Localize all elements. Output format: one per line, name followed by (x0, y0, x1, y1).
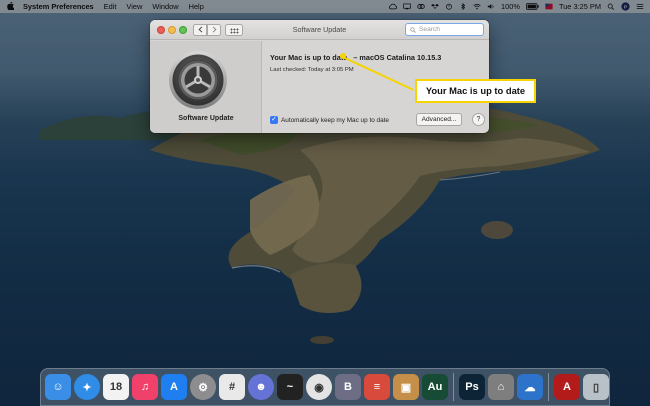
discord-icon[interactable]: ☻ (248, 374, 274, 400)
calendar-icon[interactable]: 18 (103, 374, 129, 400)
creative-cloud-icon[interactable] (417, 3, 425, 10)
onedrive-icon[interactable]: ☁ (517, 374, 543, 400)
dock: ☺ ✦ 18 ♫ A ⚙ # ☻ ~ ◉ B ≡ ▣ Au Ps ⌂ ☁ A ▯ (40, 368, 610, 406)
photoshop-icon[interactable]: Ps (459, 374, 485, 400)
search-field[interactable]: Search (405, 23, 484, 36)
menu-bar: System Preferences Edit View Window Help… (0, 0, 650, 13)
trash-icon[interactable]: ▯ (583, 374, 609, 400)
menu-view[interactable]: View (126, 2, 142, 11)
apple-menu-icon[interactable] (6, 1, 15, 12)
callout-label: Your Mac is up to date (415, 79, 536, 103)
menubar-clock[interactable]: Tue 3:25 PM (559, 2, 601, 11)
menu-window[interactable]: Window (152, 2, 178, 11)
timer-icon[interactable] (445, 3, 453, 10)
last-checked: Last checked: Today at 3:05 PM (270, 67, 354, 73)
screen-icon[interactable] (403, 3, 411, 10)
bluetooth-icon[interactable] (459, 3, 467, 10)
wifi-icon[interactable] (473, 3, 481, 10)
os-version: – macOS Catalina 10.15.3 (353, 53, 442, 62)
magnifier-icon (410, 26, 416, 33)
menu-edit[interactable]: Edit (104, 2, 117, 11)
flag-icon[interactable] (545, 3, 553, 10)
system-preferences-icon[interactable]: ⚙ (190, 374, 216, 400)
window-titlebar[interactable]: Software Update Search (150, 20, 489, 40)
dropbox-icon[interactable] (431, 3, 440, 10)
auto-update-row[interactable]: ✓ Automatically keep my Mac up to date (270, 116, 389, 124)
notification-center-icon[interactable] (636, 3, 644, 10)
user-avatar-icon[interactable]: P (621, 2, 630, 11)
battery-percent[interactable]: 100% (501, 2, 520, 11)
chrome-icon[interactable]: ◉ (306, 374, 332, 400)
safari-icon[interactable]: ✦ (74, 374, 100, 400)
activity-monitor-icon[interactable]: ~ (277, 374, 303, 400)
pane-name: Software Update (178, 115, 234, 122)
cloud-icon[interactable] (389, 3, 398, 10)
software-update-window: Software Update Search Software Update Y… (150, 20, 489, 133)
bbedit-icon[interactable]: B (335, 374, 361, 400)
archive-icon[interactable]: ▣ (393, 374, 419, 400)
slack-icon[interactable]: # (219, 374, 245, 400)
help-button[interactable]: ? (472, 113, 485, 126)
finder-icon[interactable]: ☺ (45, 374, 71, 400)
todoist-icon[interactable]: ≡ (364, 374, 390, 400)
app-store-icon[interactable]: A (161, 374, 187, 400)
menu-help[interactable]: Help (189, 2, 204, 11)
software-update-gear-icon (168, 50, 228, 110)
update-status: Your Mac is up to date (270, 53, 348, 62)
volume-icon[interactable] (487, 3, 495, 10)
search-icon[interactable] (607, 3, 615, 10)
dock-separator (548, 373, 549, 401)
battery-icon[interactable] (526, 3, 539, 10)
update-status-line: Your Mac is up to date – macOS Catalina 1… (270, 53, 441, 62)
acrobat-icon[interactable]: A (554, 374, 580, 400)
advanced-button[interactable]: Advanced... (416, 113, 462, 126)
status-area: 100% Tue 3:25 PM P (389, 2, 644, 11)
audition-icon[interactable]: Au (422, 374, 448, 400)
music-icon[interactable]: ♫ (132, 374, 158, 400)
search-placeholder: Search (419, 25, 440, 33)
dock-separator (453, 373, 454, 401)
menu-app-name[interactable]: System Preferences (23, 2, 94, 11)
pane-sidebar: Software Update (150, 41, 262, 133)
automator-icon[interactable]: ⌂ (488, 374, 514, 400)
auto-update-label[interactable]: Automatically keep my Mac up to date (281, 117, 389, 124)
auto-update-checkbox[interactable]: ✓ (270, 116, 278, 124)
